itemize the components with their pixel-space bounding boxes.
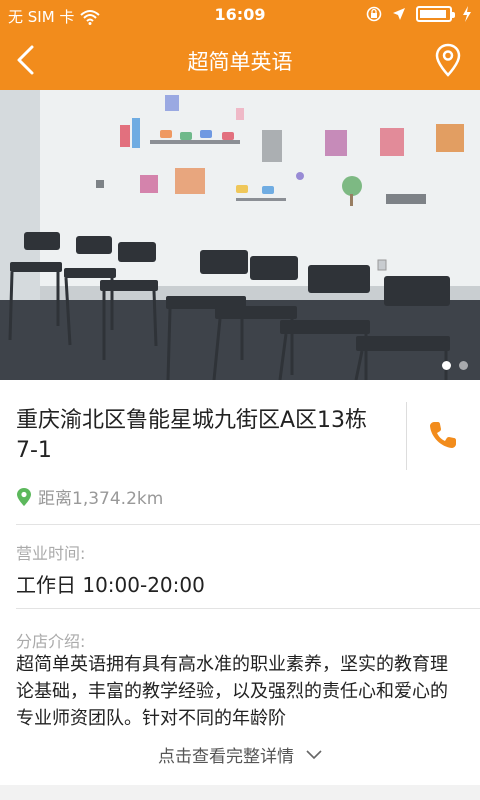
- location-arrow-icon: [393, 8, 405, 20]
- store-address: 重庆渝北区鲁能星城九街区A区13栋7-1: [16, 408, 368, 463]
- store-info-card: 重庆渝北区鲁能星城九街区A区13栋7-1 距离1,374.2km 营业时间: 工…: [0, 380, 480, 785]
- divider: [16, 524, 480, 525]
- battery-icon: [416, 6, 455, 22]
- distance-row: 距离1,374.2km: [16, 484, 163, 509]
- carousel-dots: [442, 361, 468, 370]
- phone-icon[interactable]: [426, 418, 460, 452]
- rotation-lock-icon: [366, 6, 382, 22]
- page-title: 超简单英语: [187, 50, 293, 74]
- intro-label: 分店介绍:: [16, 632, 86, 651]
- map-pin-icon[interactable]: [434, 43, 462, 77]
- view-details-button[interactable]: 点击查看完整详情: [0, 742, 480, 767]
- status-right: [366, 6, 472, 22]
- carousel-dot-1[interactable]: [442, 361, 451, 370]
- hours-label: 营业时间:: [16, 544, 86, 563]
- view-details-label: 点击查看完整详情: [158, 747, 294, 767]
- intro-text: 超简单英语拥有具有高水准的职业素养，坚实的教育理论基础，丰富的教学经验，以及强烈…: [16, 654, 448, 729]
- nav-bar: 超简单英语: [0, 30, 480, 90]
- divider: [16, 608, 480, 609]
- location-pin-icon: [17, 487, 31, 506]
- divider: [406, 402, 407, 470]
- status-bar: 无 SIM 卡 16:09: [0, 0, 480, 30]
- hours-value: 工作日 10:00-20:00: [16, 573, 205, 597]
- charging-icon: [463, 6, 471, 22]
- carousel-dot-2[interactable]: [459, 361, 468, 370]
- classroom-photo: [0, 90, 480, 380]
- chevron-down-icon: [306, 749, 322, 759]
- distance-text: 距离1,374.2km: [38, 489, 164, 509]
- store-photo-carousel[interactable]: [0, 90, 480, 380]
